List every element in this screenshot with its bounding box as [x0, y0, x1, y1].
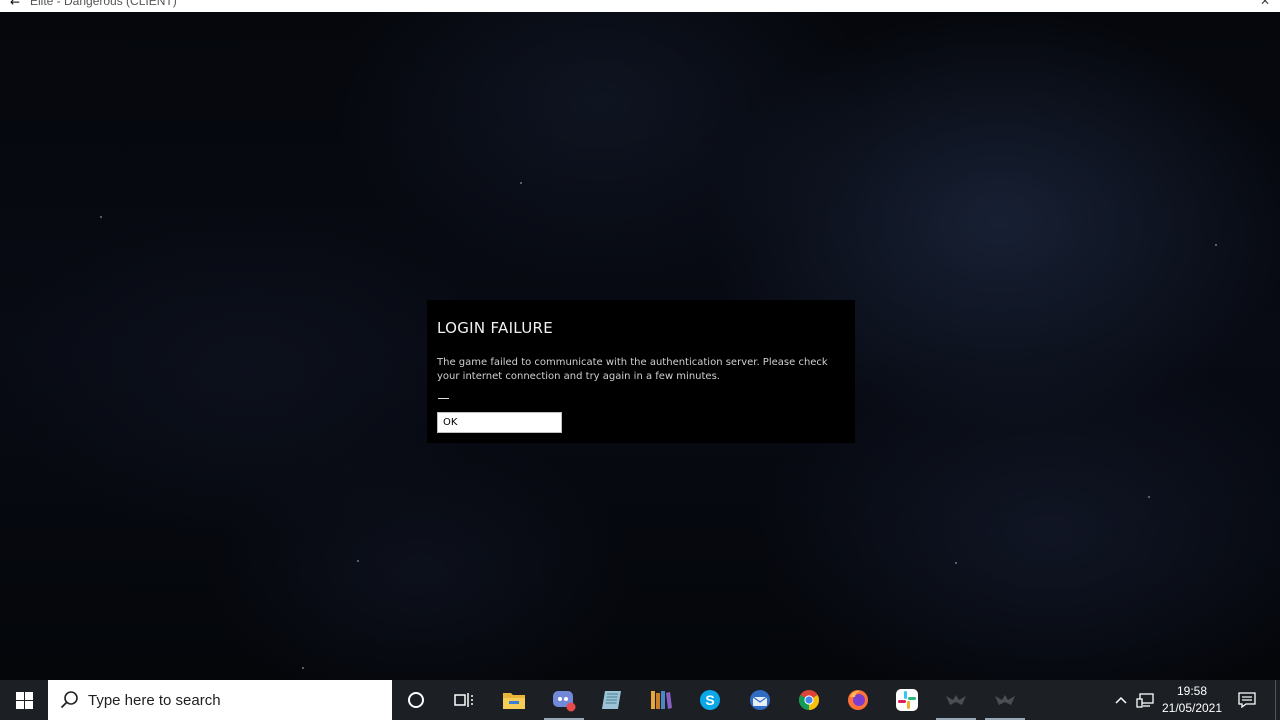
- star-dot: [357, 560, 359, 562]
- library-icon: [651, 691, 672, 709]
- library-button[interactable]: [637, 680, 685, 720]
- star-dot: [1148, 496, 1150, 498]
- elite-client-button[interactable]: [981, 680, 1029, 720]
- elite-launcher-icon: [946, 695, 966, 705]
- window-titlebar: ← Elite - Dangerous (CLIENT) ✕: [0, 0, 1280, 12]
- chrome-button[interactable]: [785, 680, 833, 720]
- star-dot: [100, 216, 102, 218]
- clock-date: 21/05/2021: [1161, 701, 1223, 715]
- svg-text:S: S: [705, 692, 714, 708]
- discord-button[interactable]: [540, 680, 588, 720]
- search-placeholder: Type here to search: [88, 691, 221, 709]
- windows-logo-icon: [15, 691, 33, 709]
- skype-icon: S: [700, 690, 720, 710]
- taskbar-search-box[interactable]: Type here to search: [48, 680, 392, 720]
- star-dot: [1215, 244, 1217, 246]
- login-failure-dialog: LOGIN FAILURE The game failed to communi…: [427, 300, 855, 443]
- tray-overflow-button[interactable]: [1110, 680, 1132, 720]
- slack-button[interactable]: [883, 680, 931, 720]
- dialog-separator: [438, 398, 449, 399]
- star-dot: [302, 667, 304, 669]
- dialog-message: The game failed to communicate with the …: [437, 357, 828, 382]
- task-view-button[interactable]: [440, 680, 488, 720]
- cortana-button[interactable]: [392, 680, 440, 720]
- network-icon: [1136, 693, 1154, 708]
- notepad-button[interactable]: [588, 680, 636, 720]
- elite-launcher-button[interactable]: [932, 680, 980, 720]
- network-tray-button[interactable]: [1134, 680, 1156, 720]
- cortana-icon: [408, 692, 424, 708]
- chrome-icon: [799, 690, 819, 710]
- elite-client-icon: [995, 695, 1015, 705]
- thunderbird-icon: [750, 690, 770, 710]
- taskbar-clock[interactable]: 19:58 21/05/2021: [1160, 683, 1224, 717]
- star-dot: [520, 182, 522, 184]
- chevron-up-icon: [1115, 696, 1127, 704]
- search-icon: [60, 691, 78, 709]
- file-explorer-button[interactable]: [490, 680, 538, 720]
- window-title: Elite - Dangerous (CLIENT): [30, 0, 177, 8]
- thunderbird-button[interactable]: [736, 680, 784, 720]
- action-center-button[interactable]: [1234, 680, 1260, 720]
- clock-time: 19:58: [1176, 684, 1208, 698]
- start-button[interactable]: [0, 680, 48, 720]
- skype-button[interactable]: S: [686, 680, 734, 720]
- star-dot: [955, 562, 957, 564]
- windows-taskbar: Type here to search S 19:58 21/05/2021: [0, 680, 1280, 720]
- discord-icon: [553, 691, 576, 712]
- file-explorer-icon: [503, 693, 525, 709]
- notepad-icon: [602, 691, 621, 709]
- firefox-icon: [848, 690, 868, 710]
- slack-icon: [896, 689, 918, 711]
- show-desktop-button[interactable]: [1275, 680, 1280, 720]
- dialog-title: LOGIN FAILURE: [437, 319, 553, 337]
- notification-icon: [1238, 692, 1256, 708]
- firefox-button[interactable]: [834, 680, 882, 720]
- back-arrow-icon[interactable]: ←: [10, 0, 20, 9]
- close-icon[interactable]: ✕: [1260, 0, 1270, 8]
- task-view-icon: [454, 693, 473, 707]
- ok-button[interactable]: OK: [437, 412, 562, 433]
